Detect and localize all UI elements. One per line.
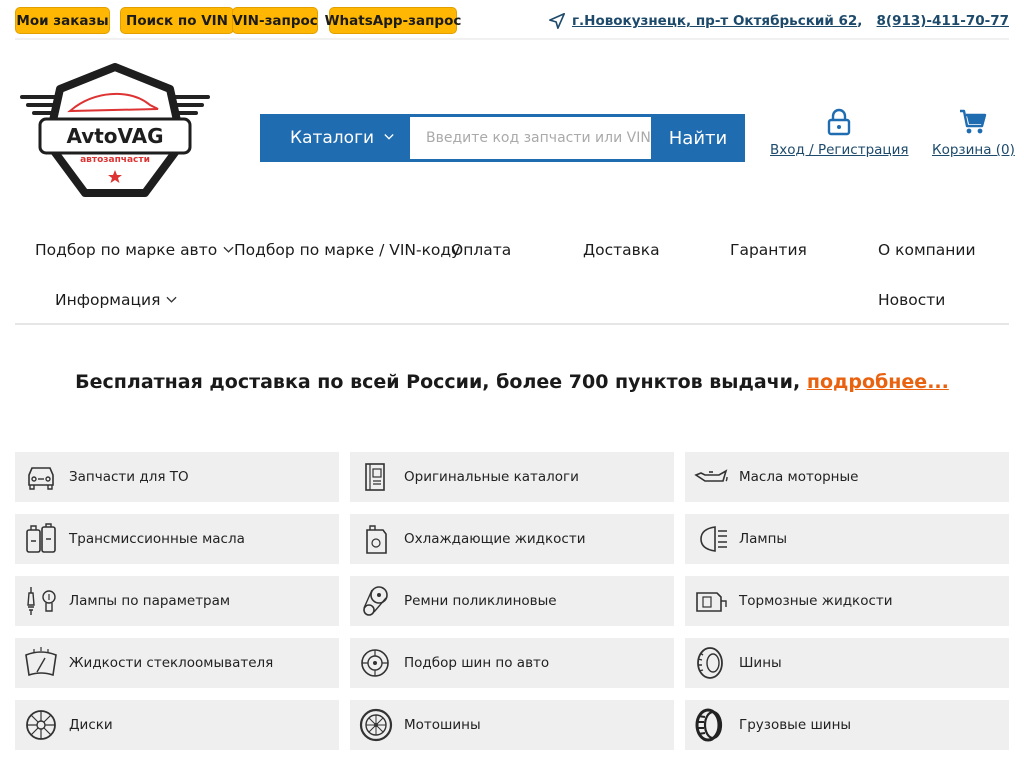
lock-icon <box>828 108 851 136</box>
category-label: Жидкости стеклоомывателя <box>69 655 274 671</box>
category-label: Грузовые шины <box>739 717 852 733</box>
promo-more-link[interactable]: подробнее... <box>807 371 949 393</box>
nav-warranty[interactable]: Гарантия <box>730 241 807 259</box>
rim-icon <box>26 710 56 740</box>
address-link[interactable]: г.Новокузнецк, пр-т Октябрьский 62 <box>572 13 857 29</box>
tire-icon <box>697 647 723 679</box>
coolant-canister-icon <box>366 525 387 554</box>
category-label: Шины <box>739 655 782 671</box>
category-tile[interactable]: Шины <box>685 638 1009 688</box>
nav-delivery[interactable]: Доставка <box>583 241 660 259</box>
nav-label: Информация <box>55 291 161 309</box>
category-label: Подбор шин по авто <box>404 655 550 671</box>
chevron-down-icon <box>166 296 177 303</box>
category-label: Ремни поликлиновые <box>404 593 557 609</box>
headlight-icon <box>700 526 727 552</box>
phone-link[interactable]: 8(913)-411-70-77 <box>877 13 1009 29</box>
category-tile[interactable]: Запчасти для ТО <box>15 452 339 502</box>
promo-banner: Бесплатная доставка по всей России, боле… <box>0 371 1024 393</box>
contact-info: г.Новокузнецк, пр-т Октябрьский 62 , 8(9… <box>548 12 1009 30</box>
category-label: Лампы по параметрам <box>69 593 231 609</box>
nav-label: Доставка <box>583 241 660 259</box>
category-label: Лампы <box>739 531 788 547</box>
cart-icon <box>960 109 987 134</box>
category-tile[interactable]: Жидкости стеклоомывателя <box>15 638 339 688</box>
search-bar: Каталоги Найти <box>260 114 745 162</box>
nav-label: Новости <box>878 291 946 309</box>
category-label: Охлаждающие жидкости <box>404 531 586 547</box>
nav-news[interactable]: Новости <box>878 291 945 309</box>
category-label: Масла моторные <box>739 469 859 485</box>
tire-search-icon <box>361 649 389 677</box>
login-label: Вход / Регистрация <box>770 142 909 158</box>
catalogs-label: Каталоги <box>290 128 375 148</box>
oil-can-icon <box>694 469 728 482</box>
nav-car-brand-selection[interactable]: Подбор по марке авто <box>35 241 234 259</box>
logo-subtitle-text: автозапчасти <box>80 155 150 165</box>
find-button[interactable]: Найти <box>651 114 745 162</box>
moto-tire-icon <box>359 708 393 742</box>
logo-brand-text: AvtoVAG <box>66 124 163 148</box>
truck-tire-icon <box>695 708 723 742</box>
nav-payment[interactable]: Оплата <box>451 241 511 259</box>
category-tile[interactable]: Охлаждающие жидкости <box>350 514 674 564</box>
category-label: Запчасти для ТО <box>69 469 189 485</box>
category-label: Диски <box>69 717 113 733</box>
catalogs-dropdown-button[interactable]: Каталоги <box>260 114 410 162</box>
cart-label: Корзина (0) <box>932 142 1015 158</box>
category-tile[interactable]: Лампы <box>685 514 1009 564</box>
catalog-book-icon <box>365 463 385 491</box>
belt-pulley-icon <box>363 586 388 616</box>
oil-bottles-icon <box>26 523 56 553</box>
promo-text: Бесплатная доставка по всей России, боле… <box>75 371 807 393</box>
navigation-arrow-icon <box>548 12 565 30</box>
category-tile[interactable]: Грузовые шины <box>685 700 1009 750</box>
topbar-divider <box>15 38 1009 40</box>
vin-search-button[interactable]: Поиск по VIN <box>120 7 234 34</box>
nav-brand-vin-selection[interactable]: Подбор по марке / VIN-коду <box>234 241 460 259</box>
bulbs-icon <box>27 587 56 615</box>
brake-fluid-icon <box>696 592 727 612</box>
category-tile[interactable]: Трансмиссионные масла <box>15 514 339 564</box>
nav-information[interactable]: Информация <box>55 291 177 309</box>
contact-separator: , <box>857 13 877 29</box>
nav-label: О компании <box>878 241 976 259</box>
nav-label: Оплата <box>451 241 512 259</box>
whatsapp-request-button[interactable]: WhatsApp-запрос <box>325 7 461 34</box>
category-tile[interactable]: Тормозные жидкости <box>685 576 1009 626</box>
cart-link[interactable]: Корзина (0) <box>932 108 1015 158</box>
category-tile[interactable]: Масла моторные <box>685 452 1009 502</box>
category-label: Мотошины <box>404 717 481 733</box>
chevron-down-icon <box>223 246 234 253</box>
category-label: Тормозные жидкости <box>739 593 893 609</box>
my-orders-button[interactable]: Мои заказы <box>15 7 110 34</box>
nav-label: Подбор по марке / VIN-коду <box>234 241 461 259</box>
category-tile[interactable]: Лампы по параметрам <box>15 576 339 626</box>
category-tile[interactable]: Подбор шин по авто <box>350 638 674 688</box>
nav-label: Гарантия <box>730 241 807 259</box>
category-tile[interactable]: Мотошины <box>350 700 674 750</box>
car-front-icon <box>28 467 54 490</box>
category-tile[interactable]: Диски <box>15 700 339 750</box>
category-tile[interactable]: Оригинальные каталоги <box>350 452 674 502</box>
windshield-washer-icon <box>25 647 57 677</box>
category-tile[interactable]: Ремни поликлиновые <box>350 576 674 626</box>
part-search-input[interactable] <box>410 117 651 159</box>
nav-divider <box>15 323 1009 325</box>
login-register-link[interactable]: Вход / Регистрация <box>770 108 909 158</box>
category-label: Трансмиссионные масла <box>69 531 245 547</box>
category-label: Оригинальные каталоги <box>404 469 579 485</box>
avtovag-logo[interactable]: AvtoVAG автозапчасти <box>20 63 210 203</box>
vin-request-button[interactable]: VIN-запрос <box>232 7 318 34</box>
nav-about[interactable]: О компании <box>878 241 976 259</box>
nav-label: Подбор по марке авто <box>35 241 218 259</box>
chevron-down-icon <box>384 134 394 140</box>
